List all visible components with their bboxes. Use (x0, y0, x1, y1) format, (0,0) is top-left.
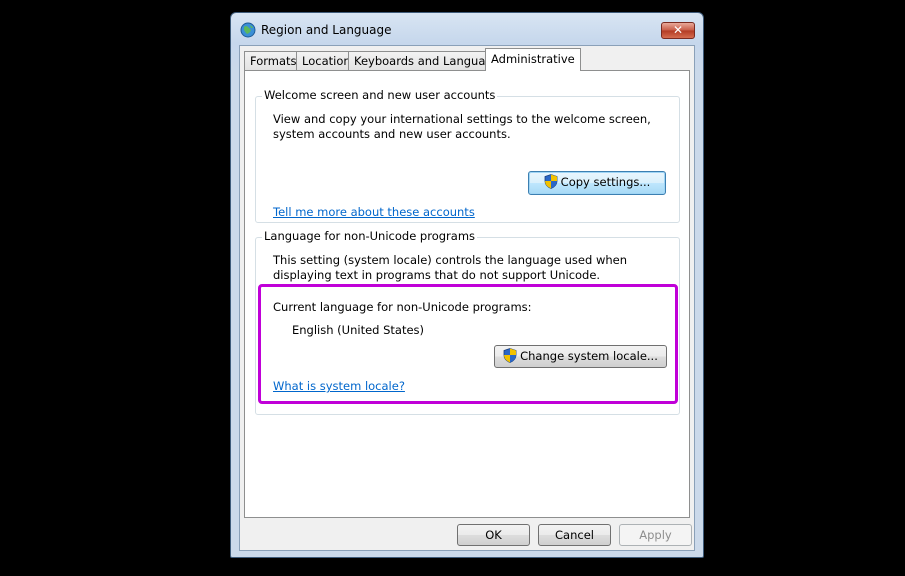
copy-settings-button[interactable]: Copy settings... (528, 171, 666, 195)
current-language-label: Current language for non-Unicode program… (273, 300, 532, 314)
cancel-button[interactable]: Cancel (538, 524, 611, 546)
welcome-description: View and copy your international setting… (273, 112, 651, 141)
current-language-value: English (United States) (292, 323, 425, 337)
non-unicode-description: This setting (system locale) controls th… (273, 253, 628, 282)
uac-shield-icon (503, 348, 517, 363)
non-unicode-groupbox: Language for non-Unicode programs This s… (255, 229, 680, 415)
non-unicode-group-title: Language for non-Unicode programs (262, 229, 478, 243)
change-system-locale-button[interactable]: Change system locale... (494, 345, 667, 368)
uac-shield-icon (544, 174, 558, 189)
region-language-dialog: Region and Language ✕ Formats Location K… (230, 12, 704, 558)
apply-button[interactable]: Apply (619, 524, 692, 546)
dialog-client-area: Formats Location Keyboards and Languages… (239, 45, 695, 551)
change-system-locale-label: Change system locale... (520, 349, 658, 363)
copy-settings-label: Copy settings... (560, 175, 651, 189)
ok-button[interactable]: OK (457, 524, 530, 546)
close-button[interactable]: ✕ (661, 22, 695, 39)
tell-me-more-link[interactable]: Tell me more about these accounts (273, 205, 475, 219)
tab-formats[interactable]: Formats (244, 51, 303, 70)
window-title: Region and Language (261, 23, 392, 37)
welcome-group-title: Welcome screen and new user accounts (262, 88, 498, 102)
welcome-groupbox: Welcome screen and new user accounts Vie… (255, 88, 680, 223)
globe-icon (240, 22, 256, 38)
tab-administrative[interactable]: Administrative (485, 48, 581, 71)
administrative-panel: Welcome screen and new user accounts Vie… (244, 70, 690, 518)
title-bar[interactable]: Region and Language ✕ (231, 13, 703, 45)
what-is-system-locale-link[interactable]: What is system locale? (273, 379, 405, 393)
